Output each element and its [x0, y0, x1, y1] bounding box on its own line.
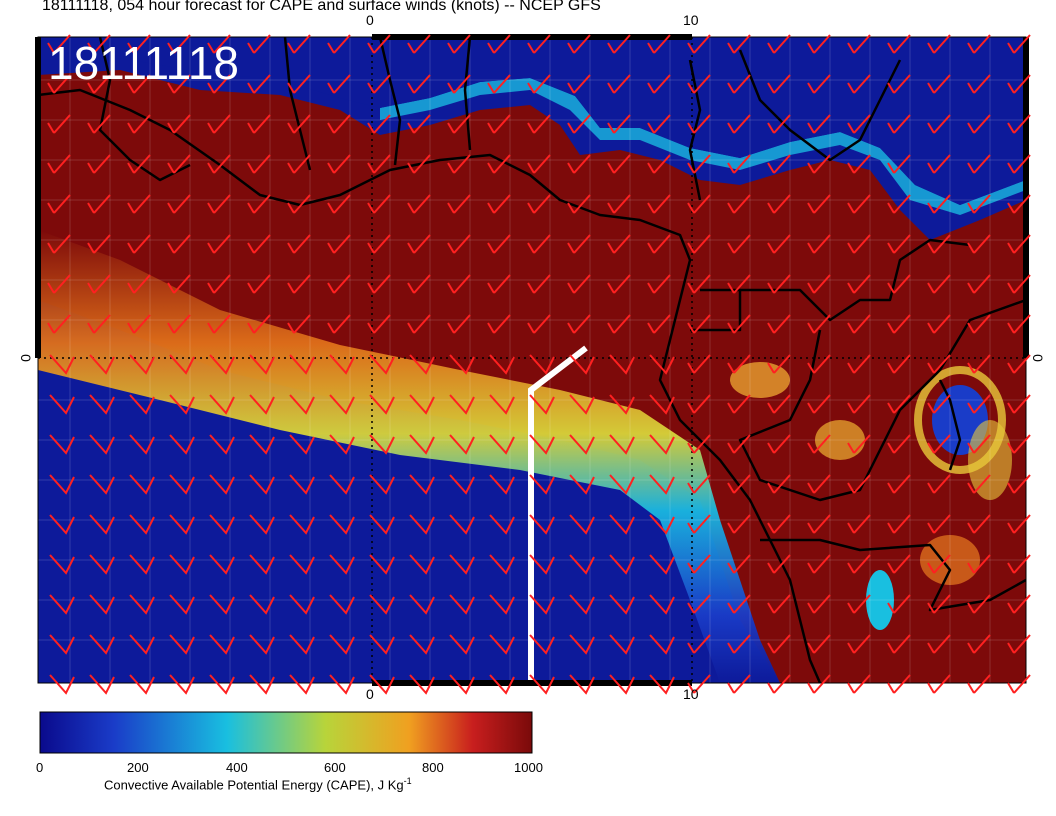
colorbar-label-200: 200	[127, 760, 149, 775]
cape-field	[38, 37, 1026, 683]
right-tick-0: 0	[1029, 354, 1046, 362]
colorbar-label-600: 600	[324, 760, 346, 775]
colorbar-label-0: 0	[36, 760, 44, 775]
top-tick-10: 10	[683, 12, 699, 28]
colorbar	[39, 711, 533, 754]
map-title: 18111118, 054 hour forecast for CAPE and…	[42, 0, 601, 14]
bottom-tick-0: 0	[366, 686, 374, 702]
bottom-tick-10: 10	[683, 686, 699, 702]
colorbar-label-400: 400	[226, 760, 248, 775]
cape-map	[35, 34, 1031, 754]
colorbar-label-1000: 1000	[514, 760, 543, 775]
colorbar-title: Convective Available Potential Energy (C…	[104, 776, 412, 793]
left-tick-0: 0	[17, 354, 34, 362]
colorbar-label-800: 800	[422, 760, 444, 775]
valid-time-stamp: 18111118	[48, 37, 240, 89]
top-tick-0: 0	[366, 12, 374, 28]
